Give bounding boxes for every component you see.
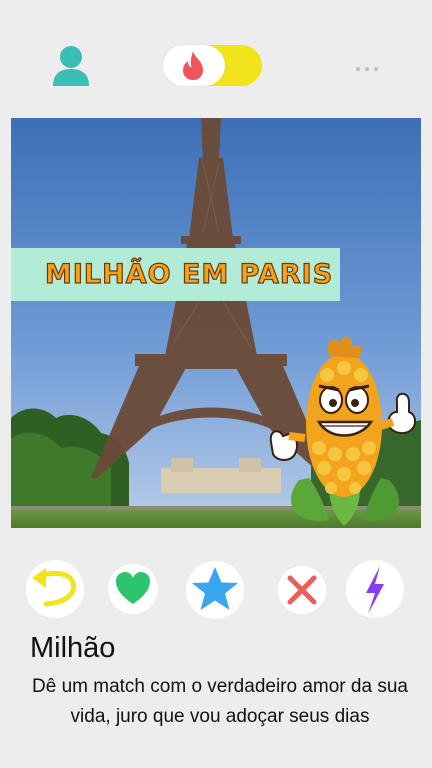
- discovery-toggle[interactable]: [163, 45, 262, 86]
- like-button[interactable]: [108, 564, 158, 614]
- profile-name: Milhão: [30, 632, 116, 664]
- flame-icon: [183, 51, 203, 80]
- ellipsis-icon: [356, 67, 378, 71]
- bolt-icon: [366, 566, 384, 614]
- app-screen: MILHÃO EM PARIS Milhão Dê um match com o…: [0, 0, 432, 768]
- banner-text: MILHÃO EM PARIS: [44, 258, 334, 290]
- rewind-button[interactable]: [26, 560, 84, 618]
- heart-icon: [116, 572, 150, 604]
- super-like-button[interactable]: [186, 561, 244, 619]
- more-options-button[interactable]: [354, 62, 380, 74]
- toggle-knob: [163, 45, 225, 86]
- nope-button[interactable]: [278, 566, 326, 614]
- profile-button[interactable]: [50, 44, 92, 88]
- caption-banner: MILHÃO EM PARIS: [11, 248, 340, 301]
- corn-mascot-icon: [269, 336, 417, 526]
- profile-bio: Dê um match com o verdadeiro amor da sua…: [32, 676, 408, 727]
- close-icon: [287, 575, 317, 605]
- boost-button[interactable]: [346, 560, 404, 618]
- rewind-icon: [32, 568, 77, 607]
- profile-photo[interactable]: MILHÃO EM PARIS: [11, 118, 421, 528]
- user-icon: [53, 46, 89, 86]
- star-icon: [192, 567, 238, 610]
